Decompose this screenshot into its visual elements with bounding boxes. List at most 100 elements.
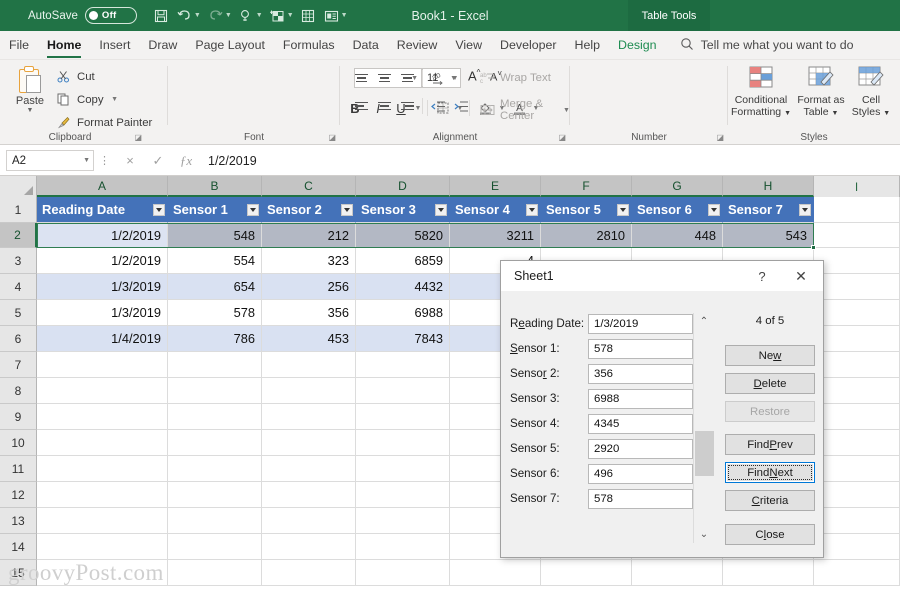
filter-icon-E[interactable]	[526, 203, 538, 216]
wrap-text-button[interactable]: ab c Wrap Text	[480, 70, 551, 85]
cell-D14[interactable]	[356, 534, 450, 560]
row-header-2[interactable]: 2	[0, 223, 37, 248]
column-header-A[interactable]: A	[37, 176, 168, 197]
alignment-dialog-launcher[interactable]: ◪	[558, 133, 566, 142]
cell-C4[interactable]: 256	[262, 274, 356, 300]
cell-F15[interactable]	[541, 560, 632, 586]
criteria-button[interactable]: Criteria	[725, 490, 815, 511]
row-header-3[interactable]: 3	[0, 248, 37, 274]
autosave-control[interactable]: AutoSave Off	[28, 7, 137, 24]
filter-icon-H[interactable]	[799, 203, 811, 216]
tab-developer[interactable]: Developer	[491, 31, 565, 60]
cell-A3[interactable]: 1/2/2019	[37, 248, 168, 274]
cell-C13[interactable]	[262, 508, 356, 534]
cell-D7[interactable]	[356, 352, 450, 378]
cell-I13[interactable]	[814, 508, 900, 534]
filter-icon-G[interactable]	[708, 203, 720, 216]
cell-I12[interactable]	[814, 482, 900, 508]
cell-E2[interactable]: 3211	[450, 223, 541, 248]
touch-mode-dropdown-icon[interactable]: ▼	[256, 12, 263, 19]
name-box-dropdown-icon[interactable]: ▼	[83, 157, 90, 164]
tell-me-box[interactable]: Tell me what you want to do	[680, 37, 853, 54]
column-header-B[interactable]: B	[168, 176, 262, 197]
field-input-sensor-1[interactable]: 578	[588, 338, 693, 359]
cell-B9[interactable]	[168, 404, 262, 430]
cell-B13[interactable]	[168, 508, 262, 534]
cell-B12[interactable]	[168, 482, 262, 508]
cell-D10[interactable]	[356, 430, 450, 456]
insert-function-icon[interactable]: ƒx	[172, 150, 200, 172]
tab-insert[interactable]: Insert	[90, 31, 139, 60]
orientation-dropdown-icon[interactable]: ▼	[450, 75, 460, 82]
align-bottom-icon[interactable]	[396, 68, 418, 88]
cell-B2[interactable]: 548	[168, 223, 262, 248]
header-cell-H1[interactable]: Sensor 7	[723, 197, 814, 223]
column-header-C[interactable]: C	[262, 176, 356, 197]
header-cell-D1[interactable]: Sensor 3	[356, 197, 450, 223]
undo-dropdown-icon[interactable]: ▼	[194, 12, 201, 19]
cell-I7[interactable]	[814, 352, 900, 378]
row-header-12[interactable]: 12	[0, 482, 37, 508]
cell-A11[interactable]	[37, 456, 168, 482]
cell-B14[interactable]	[168, 534, 262, 560]
cell-C10[interactable]	[262, 430, 356, 456]
row-header-15[interactable]: 15	[0, 560, 37, 586]
column-header-D[interactable]: D	[356, 176, 450, 197]
cell-D13[interactable]	[356, 508, 450, 534]
increase-indent-icon[interactable]	[450, 96, 472, 116]
cell-I1[interactable]	[814, 197, 900, 223]
row-header-5[interactable]: 5	[0, 300, 37, 326]
align-center-icon[interactable]	[373, 96, 395, 116]
cell-D5[interactable]: 6988	[356, 300, 450, 326]
paste-button[interactable]: Paste ▼	[8, 66, 52, 126]
number-dialog-launcher[interactable]: ◪	[716, 133, 724, 142]
field-input-sensor-5[interactable]: 2920	[588, 438, 693, 459]
form-view-icon[interactable]	[321, 5, 342, 26]
dialog-title-bar[interactable]: Sheet1 ? ✕	[501, 261, 823, 291]
scroll-down-icon[interactable]: ⌄	[693, 526, 715, 543]
cell-I4[interactable]	[814, 274, 900, 300]
cell-C2[interactable]: 212	[262, 223, 356, 248]
format-painter-button[interactable]: Format Painter	[56, 115, 152, 130]
tab-data[interactable]: Data	[344, 31, 388, 60]
align-top-icon[interactable]	[350, 68, 372, 88]
field-input-reading-date[interactable]: 1/3/2019	[588, 313, 693, 334]
cell-C11[interactable]	[262, 456, 356, 482]
select-all-corner[interactable]	[0, 176, 37, 197]
cell-D8[interactable]	[356, 378, 450, 404]
cell-C15[interactable]	[262, 560, 356, 586]
conditional-formatting-button[interactable]: Conditional Formatting ▼	[730, 65, 792, 127]
cell-D6[interactable]: 7843	[356, 326, 450, 352]
cell-D9[interactable]	[356, 404, 450, 430]
cell-I2[interactable]	[814, 223, 900, 248]
cell-C8[interactable]	[262, 378, 356, 404]
redo-dropdown-icon[interactable]: ▼	[225, 12, 232, 19]
filter-icon-D[interactable]	[435, 203, 447, 216]
row-header-11[interactable]: 11	[0, 456, 37, 482]
cell-F2[interactable]: 2810	[541, 223, 632, 248]
tab-file[interactable]: File	[0, 31, 38, 60]
filter-icon-F[interactable]	[617, 203, 629, 216]
header-cell-G1[interactable]: Sensor 6	[632, 197, 723, 223]
new-table-dropdown-icon[interactable]: ▼	[287, 12, 294, 19]
save-icon[interactable]	[151, 5, 172, 26]
cell-styles-dropdown-icon[interactable]: ▼	[883, 110, 890, 117]
cut-button[interactable]: Cut	[56, 69, 95, 84]
close-button[interactable]: Cl ose	[725, 524, 815, 545]
column-header-G[interactable]: G	[632, 176, 723, 197]
column-header-E[interactable]: E	[450, 176, 541, 197]
cell-B6[interactable]: 786	[168, 326, 262, 352]
cell-C9[interactable]	[262, 404, 356, 430]
column-header-H[interactable]: H	[723, 176, 814, 197]
cell-H2[interactable]: 543	[723, 223, 814, 248]
cell-I11[interactable]	[814, 456, 900, 482]
row-header-6[interactable]: 6	[0, 326, 37, 352]
format-as-table-dropdown-icon[interactable]: ▼	[832, 110, 839, 117]
cell-D11[interactable]	[356, 456, 450, 482]
clipboard-dialog-launcher[interactable]: ◪	[134, 133, 142, 142]
confirm-entry-icon[interactable]: ✓	[144, 150, 172, 172]
cell-C14[interactable]	[262, 534, 356, 560]
autosave-toggle[interactable]: Off	[84, 7, 137, 24]
cell-B5[interactable]: 578	[168, 300, 262, 326]
orientation-icon[interactable]: ab	[427, 68, 449, 88]
